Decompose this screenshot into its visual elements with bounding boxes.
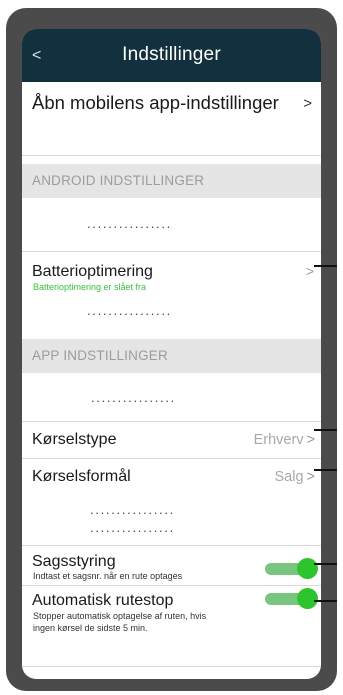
drive-purpose-label: Kørselsformål [32,468,131,485]
annotation-line [314,265,337,267]
placeholder-dots: ................ [87,216,172,231]
auto-route-stop-label: Automatisk rutestop [32,592,174,609]
drive-purpose-row[interactable]: Kørselsformål Salg > ................ ...… [22,459,321,544]
toggle-knob [297,588,318,609]
auto-route-stop-description-2: ingen kørsel de sidste 5 min. [33,623,148,633]
placeholder-dots: ................ [90,502,175,517]
top-app-bar: < Indstillinger [22,29,321,82]
phone-frame: < Indstillinger Åbn mobilens app-indstil… [6,8,337,691]
auto-route-stop-row: Automatisk rutestop Stopper automatisk o… [22,586,321,656]
annotation-line [314,600,337,602]
placeholder-dots: ................ [87,303,172,318]
page-title: Indstillinger [122,44,221,65]
open-app-settings-label: Åbn mobilens app-indstillinger [32,92,279,113]
placeholder-dots: ................ [90,520,175,535]
toggle-knob [297,558,318,579]
auto-route-stop-description-1: Stopper automatisk optagelse af ruten, h… [33,611,207,621]
annotation-line [314,563,337,565]
divider [22,155,321,156]
battery-optimization-label: Batterioptimering [32,263,153,280]
drive-type-value: Erhverv [253,432,304,448]
section-header-app: APP INDSTILLINGER [22,339,321,373]
chevron-right-icon: > [303,95,312,112]
case-management-toggle[interactable] [265,558,320,579]
section-title-android: ANDROID INDSTILLINGER [32,173,205,188]
open-app-settings-row[interactable]: Åbn mobilens app-indstillinger > [22,82,321,122]
divider [22,666,321,667]
section-header-android: ANDROID INDSTILLINGER [22,164,321,198]
battery-optimization-row[interactable]: Batterioptimering Batterioptimering er s… [22,252,321,317]
drive-type-value-wrap: Erhverv > [254,431,315,449]
section-title-app: APP INDSTILLINGER [32,348,168,363]
chevron-right-icon: > [305,263,314,279]
app-screen: < Indstillinger Åbn mobilens app-indstil… [22,29,321,679]
case-management-row: Sagsstyring Indtast et sagsnr. når en ru… [22,546,321,584]
chevron-right-icon: > [306,469,315,485]
auto-route-stop-toggle[interactable] [265,588,320,609]
drive-type-label: Kørselstype [32,431,117,448]
case-management-label: Sagsstyring [32,553,116,570]
drive-purpose-value-wrap: Salg > [275,468,316,486]
chevron-right-icon: > [306,432,315,448]
drive-purpose-value: Salg [274,469,304,485]
battery-optimization-status: Batterioptimering er slået fra [33,282,147,292]
annotation-line [314,469,337,471]
placeholder-dots: ................ [91,390,176,405]
drive-type-row[interactable]: Kørselstype Erhverv > [22,422,321,458]
case-management-description: Indtast et sagsnr. når en rute optages [33,571,183,581]
annotation-line [314,429,337,431]
